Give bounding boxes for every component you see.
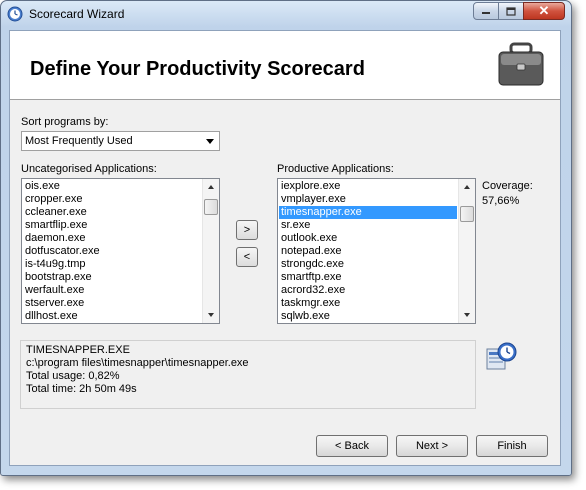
uncategorised-list-item[interactable]: ccleaner.exe <box>23 206 201 219</box>
productive-scrollbar[interactable] <box>458 179 475 323</box>
details-usage: Total usage: 0,82% <box>26 370 120 382</box>
productive-list-item[interactable]: sqlwb.exe <box>279 310 457 323</box>
timesnapper-icon <box>486 342 517 370</box>
scroll-thumb[interactable] <box>460 206 474 222</box>
scroll-thumb[interactable] <box>204 199 218 215</box>
sort-label: Sort programs by: <box>21 116 109 128</box>
uncategorised-list[interactable]: ois.exe cropper.exe ccleaner.exe smartflip.… <box>21 178 220 324</box>
move-to-productive-button[interactable]: > <box>236 220 258 240</box>
productive-label: Productive Applications: <box>277 163 394 175</box>
minimize-button[interactable] <box>473 2 499 20</box>
uncategorised-list-item[interactable]: dllhost.exe <box>23 310 201 323</box>
maximize-icon <box>506 6 516 16</box>
wizard-body: Define Your Productivity Scorecard Sort … <box>9 30 561 466</box>
coverage-label: Coverage: <box>482 180 533 192</box>
details-panel: TIMESNAPPER.EXE c:\program files\timesna… <box>20 340 476 409</box>
productive-list-item[interactable]: notepad.exe <box>279 245 457 258</box>
maximize-button[interactable] <box>498 2 524 20</box>
scroll-down-icon[interactable] <box>208 313 214 317</box>
back-button[interactable]: < Back <box>316 435 388 457</box>
uncategorised-list-item[interactable]: daemon.exe <box>23 232 201 245</box>
scroll-down-icon[interactable] <box>464 313 470 317</box>
productive-list[interactable]: iexplore.exe vmplayer.exe timesnapper.exe s… <box>277 178 476 324</box>
sort-dropdown[interactable]: Most Frequently Used <box>21 131 220 151</box>
close-icon: ✕ <box>538 3 550 18</box>
finish-button[interactable]: Finish <box>476 435 548 457</box>
chevron-down-icon <box>206 139 214 144</box>
uncategorised-list-item[interactable]: is-t4u9g.tmp <box>23 258 201 271</box>
minimize-icon <box>482 12 490 14</box>
scroll-up-icon[interactable] <box>208 185 214 189</box>
uncategorised-list-item[interactable]: bootstrap.exe <box>23 271 201 284</box>
productive-list-item[interactable]: sr.exe <box>279 219 457 232</box>
productive-list-item[interactable]: timesnapper.exe <box>279 206 457 219</box>
details-time: Total time: 2h 50m 49s <box>26 383 137 395</box>
productive-items: iexplore.exe vmplayer.exe timesnapper.exe s… <box>279 180 457 323</box>
uncategorised-scrollbar[interactable] <box>202 179 219 323</box>
close-button[interactable]: ✕ <box>523 2 565 20</box>
sort-selected-value: Most Frequently Used <box>25 135 133 147</box>
scroll-up-icon[interactable] <box>464 185 470 189</box>
header-banner: Define Your Productivity Scorecard <box>10 31 560 100</box>
move-to-uncategorised-button[interactable]: < <box>236 247 258 267</box>
next-button[interactable]: Next > <box>396 435 468 457</box>
coverage-value: 57,66% <box>482 195 520 207</box>
productive-list-item[interactable]: smartftp.exe <box>279 271 457 284</box>
clock-icon <box>7 6 23 22</box>
uncategorised-label: Uncategorised Applications: <box>21 163 157 175</box>
details-path: c:\program files\timesnapper\timesnapper… <box>26 357 249 369</box>
page-title: Define Your Productivity Scorecard <box>30 58 365 80</box>
briefcase-icon <box>498 42 544 86</box>
scorecard-wizard-window: Scorecard Wizard ✕ Define Your Productiv… <box>0 0 572 476</box>
details-name: TIMESNAPPER.EXE <box>26 344 130 356</box>
uncategorised-list-item[interactable]: ois.exe <box>23 180 201 193</box>
productive-list-item[interactable]: iexplore.exe <box>279 180 457 193</box>
productive-list-item[interactable]: strongdc.exe <box>279 258 457 271</box>
uncategorised-list-item[interactable]: stserver.exe <box>23 297 201 310</box>
window-title: Scorecard Wizard <box>29 7 125 21</box>
productive-list-item[interactable]: outlook.exe <box>279 232 457 245</box>
uncategorised-list-item[interactable]: werfault.exe <box>23 284 201 297</box>
productive-list-item[interactable]: acrord32.exe <box>279 284 457 297</box>
uncategorised-list-item[interactable]: smartflip.exe <box>23 219 201 232</box>
window-controls: ✕ <box>473 2 565 20</box>
productive-list-item[interactable]: vmplayer.exe <box>279 193 457 206</box>
uncategorised-list-item[interactable]: cropper.exe <box>23 193 201 206</box>
uncategorised-list-item[interactable]: dotfuscator.exe <box>23 245 201 258</box>
title-bar[interactable]: Scorecard Wizard ✕ <box>1 1 571 27</box>
uncategorised-items: ois.exe cropper.exe ccleaner.exe smartflip.… <box>23 180 201 323</box>
productive-list-item[interactable]: taskmgr.exe <box>279 297 457 310</box>
